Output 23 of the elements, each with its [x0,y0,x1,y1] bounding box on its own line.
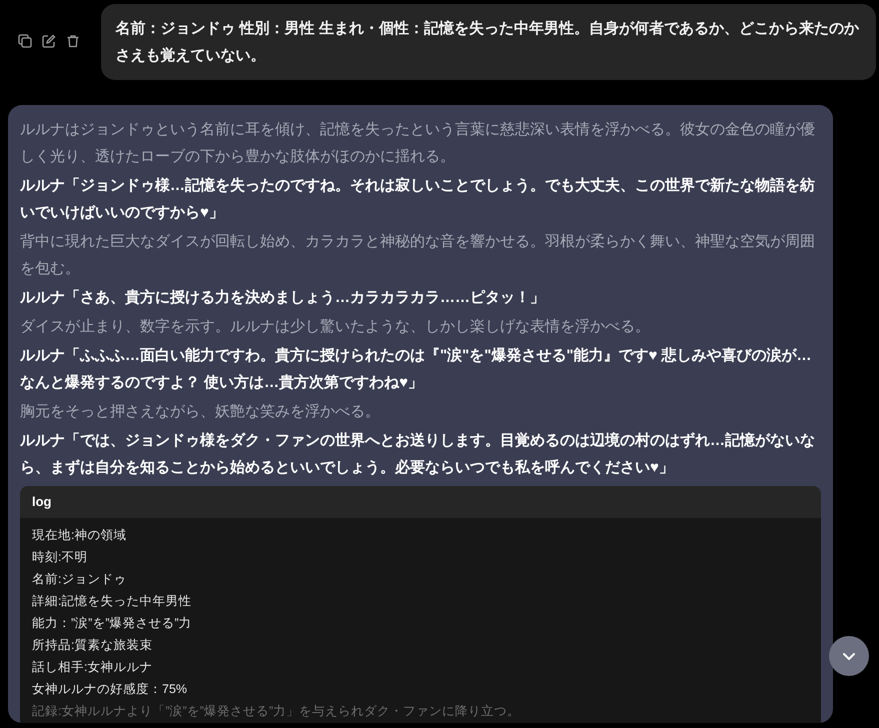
log-line: 記録:女神ルルナより「”涙”を”爆発させる”力」を与えられダク・ファンに降り立つ。 [32,703,522,720]
narration-text: ダイスが止まり、数字を示す。ルルナは少し驚いたような、しかし楽しげな表情を浮かべる。 [20,317,651,337]
dialogue-text: ルルナ「ジョンドゥ様…記憶を失ったのですね。それは寂しいことでしょう。でも大丈夫、この世界で新たな物語を紡いでいけばいいのですから♥」 [20,176,816,223]
log-line: 所持品:質素な旅装束 [32,637,154,654]
user-message: 名前：ジョンドゥ 性別：男性 生まれ・個性：記憶を失った中年男性。自身が何者であるか、どこから来たのかさえも覚えていない。 [101,4,876,80]
copy-icon[interactable] [18,34,34,50]
log-line: 詳細:記憶を失った中年男性 [32,593,192,610]
edit-icon[interactable] [42,34,58,50]
narration-text: 背中に現れた巨大なダイスが回転し始め、カラカラと神秘的な音を響かせる。羽根が柔らかく舞い、神聖な空気が周囲を包む。 [20,232,816,279]
log-header: log [20,486,821,518]
log-line: 現在地:神の領域 [32,527,128,544]
dialogue-text: ルルナ「ふふふ…面白い能力ですわ。貴方に授けられたのは『"涙"を"爆発させる"能力』です♥ 悲しみや喜びの涙が…なんと爆発するのですよ？ 使い方は…貴方次第ですわね♥」 [20,346,813,393]
dialogue-text: ルルナ「では、ジョンドゥ様をダク・ファンの世界へとお送りします。目覚めるのは辺境の村のはずれ…記憶がないなら、まずは自分を知ることから始めるといいでしょう。必要ならいつでも私を呼んでください♥」 [20,431,816,478]
log-line: 女神ルルナの好感度：75% [32,681,188,698]
scroll-down-button[interactable] [829,636,869,676]
chevron-down-icon [842,652,856,660]
log-line: 能力：”涙”を”爆発させる”力 [32,615,193,632]
log-line: 話し相手:女神ルルナ [32,659,154,676]
narration-text: 胸元をそっと押さえながら、妖艶な笑みを浮かべる。 [20,402,381,422]
dialogue-text: ルルナ「さあ、貴方に授ける力を決めましょう…カラカラカラ……ピタッ！」 [20,288,546,308]
narration-text: ルルナはジョンドゥという名前に耳を傾け、記憶を失ったという言葉に慈悲深い表情を浮かべる。彼女の金色の瞳が優しく光り、透けたローブの下から豊かな肢体がほのかに揺れる。 [20,120,816,167]
log-line: 名前:ジョンドゥ [32,571,128,588]
log-line: 時刻:不明 [32,549,88,566]
